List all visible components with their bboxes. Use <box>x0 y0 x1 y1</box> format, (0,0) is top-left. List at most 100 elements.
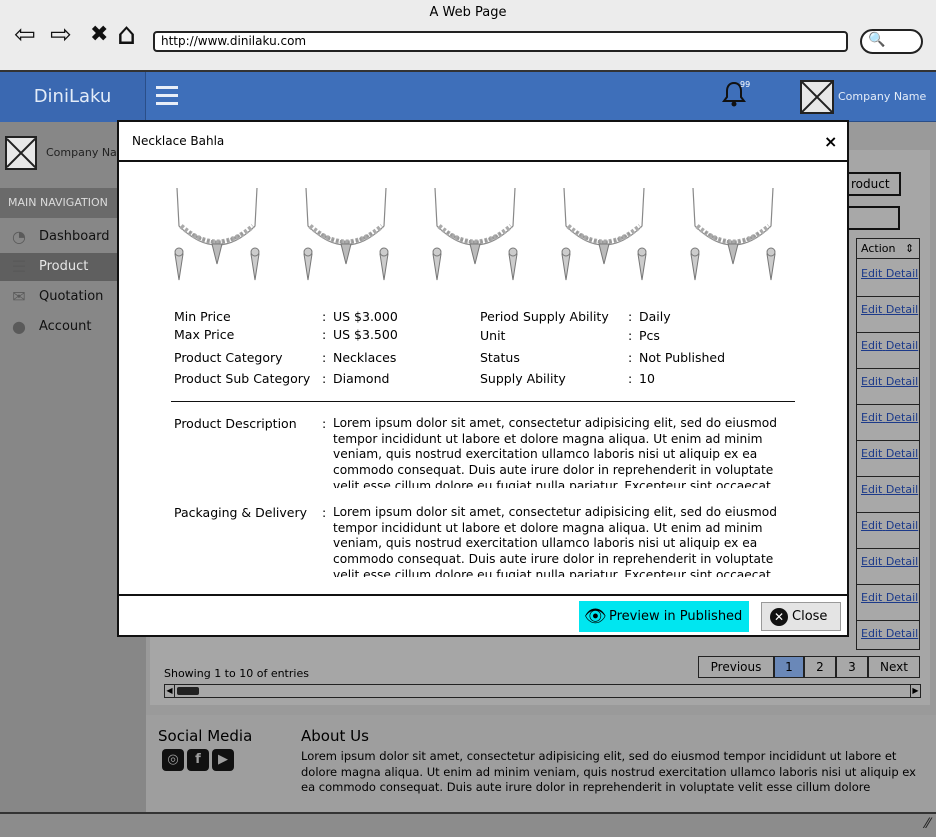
table-action-column: Action ⇕ Edit Detail Edit Detail Edit Deta… <box>856 238 920 657</box>
packaging-delivery-text: Lorem ipsum dolor sit amet, consectetur … <box>333 505 777 577</box>
necklace-product-image[interactable] <box>296 186 396 286</box>
edit-link[interactable]: Edit <box>861 267 882 280</box>
detail-link[interactable]: Detail <box>886 483 918 496</box>
table-entries-info: Showing 1 to 10 of entries <box>164 667 309 680</box>
detail-link[interactable]: Detail <box>886 339 918 352</box>
preview-button-label: Preview in Published <box>609 609 743 624</box>
pagination-page-1[interactable]: 1 <box>774 656 804 678</box>
edit-link[interactable]: Edit <box>861 627 882 640</box>
product-description-label: Product Description <box>174 416 297 431</box>
notification-count-badge: 99 <box>740 80 751 89</box>
sidebar-company-logo <box>5 136 37 170</box>
table-row-actions: Edit Detail <box>857 585 919 621</box>
colon: : <box>322 327 327 342</box>
brand-logo[interactable]: DiniLaku <box>0 72 146 122</box>
preview-in-published-button[interactable]: 👁 Preview in Published <box>579 601 749 632</box>
facebook-icon[interactable]: f <box>187 749 209 771</box>
colon: : <box>322 309 327 324</box>
period-supply-ability-label: Period Supply Ability <box>480 309 609 324</box>
pagination-next[interactable]: Next <box>868 656 920 678</box>
table-row-actions: Edit Detail <box>857 405 919 441</box>
table-search-input[interactable] <box>845 206 900 230</box>
search-icon: 🔍 <box>868 32 886 48</box>
max-price-value: US $3.500 <box>333 327 398 342</box>
colon: : <box>628 328 633 343</box>
detail-link[interactable]: Detail <box>886 303 918 316</box>
product-description-text: Lorem ipsum dolor sit amet, consectetur … <box>333 416 777 488</box>
detail-link[interactable]: Detail <box>886 447 918 460</box>
detail-link[interactable]: Detail <box>886 267 918 280</box>
table-row-actions: Edit Detail <box>857 477 919 513</box>
app-header: DiniLaku 99 Company Name <box>0 72 936 122</box>
necklace-product-image[interactable] <box>554 186 654 286</box>
header-company-name[interactable]: Company Name <box>838 90 926 103</box>
social-icons: ◎ f ▶ <box>162 749 234 771</box>
browser-search-button[interactable]: 🔍 <box>860 29 923 54</box>
product-category-value: Necklaces <box>333 350 397 365</box>
edit-link[interactable]: Edit <box>861 591 882 604</box>
packaging-delivery-label: Packaging & Delivery <box>174 505 308 520</box>
back-arrow-icon[interactable]: ⇦ <box>14 18 36 52</box>
status-label: Status <box>480 350 520 365</box>
browser-status-bar: ⁄⁄ <box>0 812 936 837</box>
detail-link[interactable]: Detail <box>886 411 918 424</box>
youtube-icon[interactable]: ▶ <box>212 749 234 771</box>
supply-ability-value: 10 <box>639 371 655 386</box>
home-icon[interactable]: ⌂ <box>117 18 136 52</box>
detail-link[interactable]: Detail <box>886 555 918 568</box>
edit-link[interactable]: Edit <box>861 519 882 532</box>
edit-link[interactable]: Edit <box>861 555 882 568</box>
modal-title: Necklace Bahla <box>132 134 225 148</box>
horizontal-scrollbar[interactable]: ◀ ▶ <box>164 684 921 698</box>
close-circle-icon: ✕ <box>770 608 788 626</box>
necklace-product-image[interactable] <box>167 186 267 286</box>
colon: : <box>628 309 633 324</box>
close-button[interactable]: ✕ Close <box>761 602 841 631</box>
sort-icon[interactable]: ⇕ <box>905 242 914 255</box>
supply-ability-label: Supply Ability <box>480 371 566 386</box>
modal-close-icon[interactable]: × <box>824 132 837 151</box>
edit-link[interactable]: Edit <box>861 483 882 496</box>
pagination-page-3[interactable]: 3 <box>836 656 868 678</box>
detail-link[interactable]: Detail <box>886 519 918 532</box>
scroll-left-arrow-icon[interactable]: ◀ <box>165 685 175 697</box>
about-us-heading: About Us <box>301 727 369 745</box>
colon: : <box>628 371 633 386</box>
edit-link[interactable]: Edit <box>861 375 882 388</box>
necklace-product-image[interactable] <box>425 186 525 286</box>
url-bar[interactable]: http://www.dinilaku.com <box>153 31 848 52</box>
period-supply-ability-value: Daily <box>639 309 671 324</box>
company-logo-placeholder[interactable] <box>800 80 834 114</box>
hamburger-menu-icon[interactable] <box>156 86 178 106</box>
min-price-label: Min Price <box>174 309 231 324</box>
product-sub-category-label: Product Sub Category <box>174 371 311 386</box>
close-button-label: Close <box>792 609 828 624</box>
action-header-label: Action <box>861 242 896 255</box>
instagram-icon[interactable]: ◎ <box>162 749 184 771</box>
browser-title: A Web Page <box>429 5 507 20</box>
detail-link[interactable]: Detail <box>886 627 918 640</box>
table-row-actions: Edit Detail <box>857 333 919 369</box>
detail-link[interactable]: Detail <box>886 375 918 388</box>
envelope-icon: ✉ <box>12 287 26 306</box>
sidebar-item-label: Quotation <box>39 289 104 304</box>
sidebar-item-label: Product <box>39 259 89 274</box>
scroll-right-arrow-icon[interactable]: ▶ <box>910 685 920 697</box>
detail-link[interactable]: Detail <box>886 591 918 604</box>
edit-link[interactable]: Edit <box>861 411 882 424</box>
edit-link[interactable]: Edit <box>861 339 882 352</box>
scrollbar-thumb[interactable] <box>177 687 199 695</box>
sidebar-item-label: Account <box>39 319 92 334</box>
edit-link[interactable]: Edit <box>861 303 882 316</box>
status-value: Not Published <box>639 350 726 365</box>
pagination-page-2[interactable]: 2 <box>804 656 836 678</box>
stop-icon[interactable]: ✖ <box>90 18 108 52</box>
pagination-previous[interactable]: Previous <box>698 656 774 678</box>
colon: : <box>322 505 327 520</box>
necklace-product-image[interactable] <box>683 186 783 286</box>
edit-link[interactable]: Edit <box>861 447 882 460</box>
forward-arrow-icon[interactable]: ⇨ <box>50 18 72 52</box>
modal-body: Min Price Max Price Product Category Pro… <box>119 164 847 594</box>
add-product-button[interactable]: roduct <box>845 172 901 196</box>
resize-grip-icon[interactable]: ⁄⁄ <box>925 816 930 832</box>
